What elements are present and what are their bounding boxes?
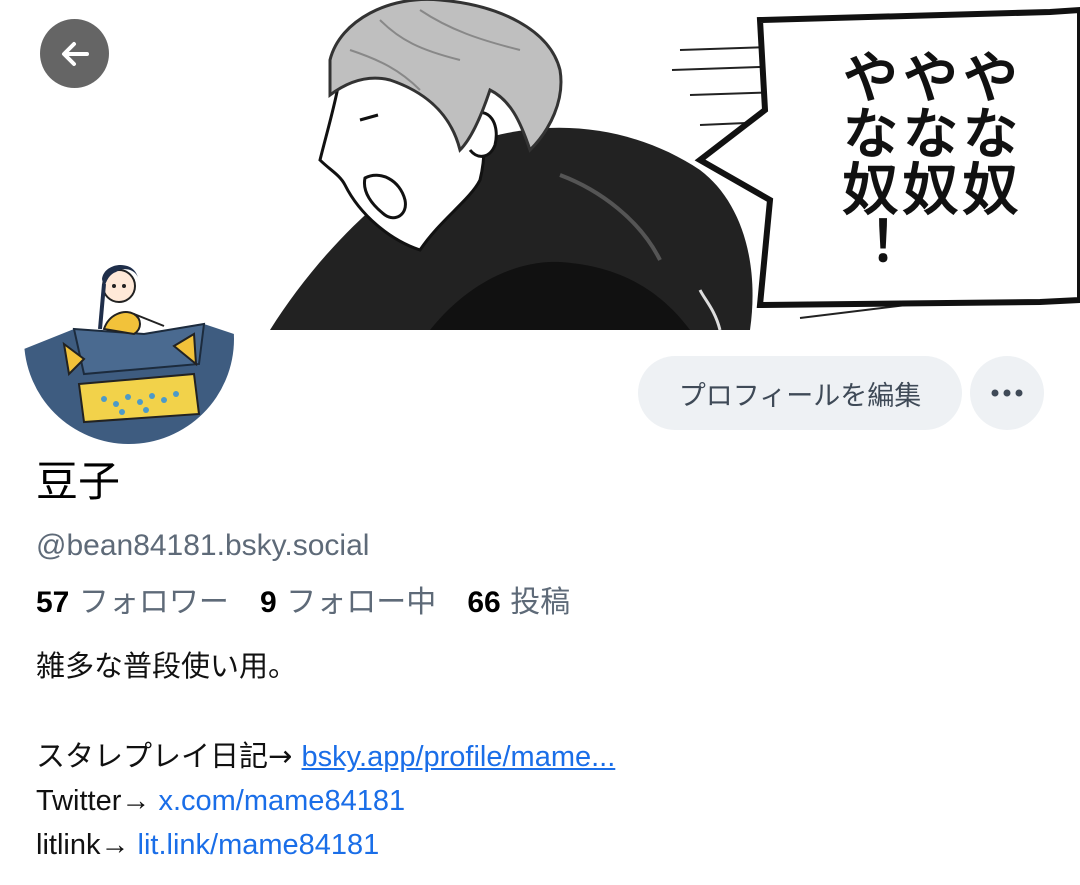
posts-stat: 66 投稿 xyxy=(467,585,570,620)
back-button[interactable] xyxy=(40,19,109,88)
followers-count: 57 xyxy=(36,586,70,619)
arrow-left-icon xyxy=(61,41,89,66)
following-count: 9 xyxy=(260,586,277,619)
ellipsis-icon xyxy=(991,389,1023,397)
profile-page: やな奴 やな奴 やな奴！ プロフィールを編集 豆子 @bean84181.bsk… xyxy=(0,0,1080,885)
following-stat[interactable]: 9 フォロー中 xyxy=(260,585,446,620)
avatar-illustration xyxy=(24,234,234,444)
edit-profile-button[interactable]: プロフィールを編集 xyxy=(638,356,962,430)
speech-line-1: やな奴 xyxy=(953,48,1018,216)
speech-bubble-text: やな奴 やな奴 やな奴！ xyxy=(833,48,1018,308)
avatar[interactable] xyxy=(24,234,234,444)
bio-line-2: スタレプレイ日記→ bsky.app/profile/mame... xyxy=(36,736,615,777)
bio-label-litlink: litlink→ xyxy=(36,829,138,861)
profile-stats: 57 フォロワー 9 フォロー中 66 投稿 xyxy=(36,583,570,623)
bio-line-1: 雑多な普段使い用。 xyxy=(36,649,298,683)
following-label: フォロー中 xyxy=(286,585,437,620)
bio-label-diary: スタレプレイ日記→ xyxy=(36,739,302,773)
more-options-button[interactable] xyxy=(970,356,1044,430)
posts-label: 投稿 xyxy=(510,585,571,620)
bio-link-twitter[interactable]: x.com/mame84181 xyxy=(158,785,405,817)
speech-line-2: やな奴 xyxy=(893,48,958,216)
bio-link-litlink[interactable]: lit.link/mame84181 xyxy=(138,829,380,861)
profile-handle: @bean84181.bsky.social xyxy=(36,529,370,562)
bio-line-4: litlink→ lit.link/mame84181 xyxy=(36,824,379,865)
bio-label-twitter: Twitter→ xyxy=(36,785,159,817)
followers-label: フォロワー xyxy=(78,585,229,620)
posts-count: 66 xyxy=(467,586,501,619)
speech-line-3: やな奴！ xyxy=(833,48,898,272)
followers-stat[interactable]: 57 フォロワー xyxy=(36,585,238,620)
display-name: 豆子 xyxy=(36,457,121,506)
bio-link-bsky[interactable]: bsky.app/profile/mame... xyxy=(302,741,616,773)
bio-line-3: Twitter→ x.com/mame84181 xyxy=(36,780,405,821)
